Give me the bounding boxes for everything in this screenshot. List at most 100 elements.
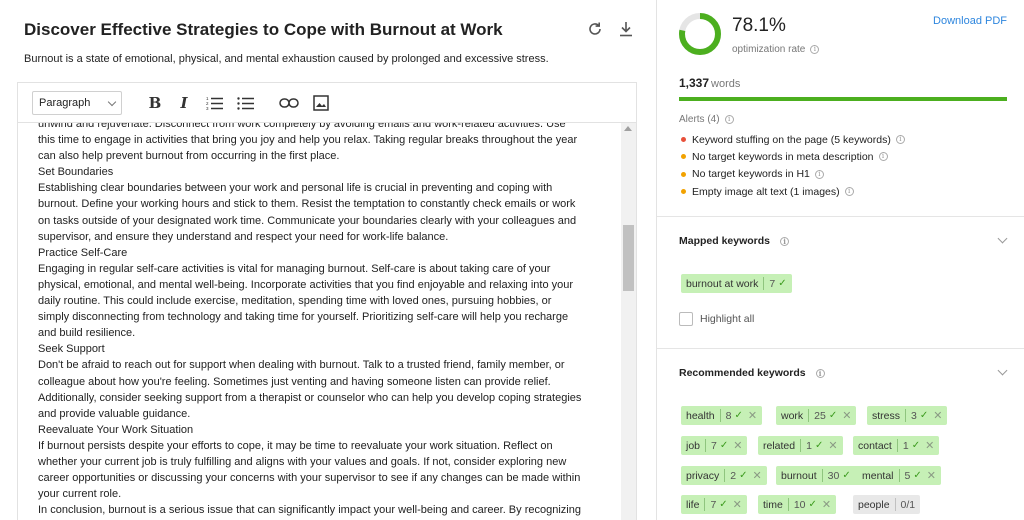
- keyword-separator: [763, 277, 765, 290]
- scroll-up-arrow-icon[interactable]: [624, 126, 632, 131]
- bold-icon[interactable]: B: [144, 93, 166, 113]
- remove-icon[interactable]: ✕: [828, 439, 837, 452]
- keyword-text: contact: [858, 439, 892, 452]
- alert-dot-icon: [681, 137, 686, 143]
- alert-text: No target keywords in meta description: [692, 150, 874, 163]
- keyword-tag[interactable]: people 0/1: [853, 495, 921, 514]
- keyword-tag[interactable]: work 25 ✓ ✕: [776, 406, 857, 425]
- editor-line: and provide valuable guidance.: [38, 407, 191, 420]
- keyword-tag[interactable]: time 10 ✓ ✕: [758, 495, 837, 514]
- paragraph-format-select[interactable]: Paragraph: [32, 91, 122, 115]
- editor-text: unwind and rejuvenate. Disconnect from w…: [38, 123, 608, 518]
- keyword-tag[interactable]: health 8 ✓ ✕: [681, 406, 763, 425]
- alerts-title-text: Alerts (4): [679, 114, 720, 125]
- info-icon[interactable]: i: [844, 187, 854, 197]
- check-icon: ✓: [828, 410, 838, 421]
- remove-icon[interactable]: ✕: [753, 469, 762, 482]
- keyword-tag[interactable]: mental 5 ✓ ✕: [857, 466, 941, 485]
- check-icon: ✓: [911, 440, 921, 451]
- keyword-tag[interactable]: related 1 ✓ ✕: [758, 436, 843, 455]
- download-pdf-link[interactable]: Download PDF: [933, 15, 1007, 27]
- alert-item: Keyword stuffing on the page (5 keywords…: [681, 131, 905, 148]
- keyword-tag[interactable]: burnout at work 7 ✓: [681, 274, 792, 293]
- editor-scrollbar[interactable]: [621, 123, 636, 520]
- download-icon[interactable]: [615, 18, 637, 40]
- editor-content[interactable]: unwind and rejuvenate. Disconnect from w…: [18, 123, 622, 520]
- editor-line: unwind and rejuvenate. Disconnect from w…: [38, 123, 566, 130]
- editor-line: Engaging in regular self-care activities…: [38, 262, 551, 275]
- remove-icon[interactable]: ✕: [733, 439, 742, 452]
- keyword-tag[interactable]: stress 3 ✓ ✕: [867, 406, 948, 425]
- remove-icon[interactable]: ✕: [925, 439, 934, 452]
- remove-icon[interactable]: ✕: [927, 469, 936, 482]
- editor-line: supervisor, and ensure they understand a…: [38, 230, 449, 243]
- keyword-tag[interactable]: job 7 ✓ ✕: [681, 436, 748, 455]
- recommended-keywords-title[interactable]: Recommended keywords i: [679, 367, 825, 379]
- info-icon[interactable]: i: [815, 368, 825, 378]
- keyword-tag[interactable]: privacy 2 ✓ ✕: [681, 466, 767, 485]
- alerts-title[interactable]: Alerts (4) i: [679, 114, 734, 125]
- keyword-count: 7: [711, 439, 717, 452]
- keyword-tag[interactable]: burnout30✓✕: [776, 466, 870, 485]
- editor-line: Additionally, consider seeking support f…: [38, 391, 582, 404]
- keyword-count: 30: [827, 469, 840, 482]
- keyword-text: privacy: [686, 469, 720, 482]
- keyword-count: 0/1: [900, 498, 916, 511]
- scrollbar-thumb[interactable]: [623, 225, 634, 291]
- highlight-all-checkbox[interactable]: [679, 312, 693, 326]
- remove-icon[interactable]: ✕: [933, 409, 942, 422]
- mapped-keywords-title[interactable]: Mapped keywords i: [679, 235, 790, 247]
- image-icon[interactable]: [310, 93, 332, 113]
- keyword-tag[interactable]: life 7 ✓ ✕: [681, 495, 747, 514]
- refresh-icon[interactable]: [584, 18, 606, 40]
- keyword-text: mental: [862, 469, 894, 482]
- rate-label-text: optimization rate: [732, 44, 806, 55]
- info-icon[interactable]: i: [878, 152, 888, 162]
- keyword-text: health: [686, 409, 715, 422]
- info-icon[interactable]: i: [780, 236, 790, 246]
- alerts-list: Keyword stuffing on the page (5 keywords…: [681, 131, 905, 200]
- editor-line: simply disconnecting from technology and…: [38, 311, 569, 324]
- link-icon[interactable]: [278, 93, 300, 113]
- highlight-all-label[interactable]: Highlight all: [700, 313, 754, 325]
- check-icon: ✓: [913, 470, 922, 481]
- alert-text: Empty image alt text (1 images): [692, 185, 840, 198]
- editor-toolbar: Paragraph B I 123: [18, 83, 636, 123]
- bullet-list-icon[interactable]: [235, 93, 257, 113]
- keyword-count: 8: [725, 409, 732, 422]
- editor-line: Establishing clear boundaries between yo…: [38, 182, 553, 195]
- editor-line: colleague about how you're feeling. Some…: [38, 375, 551, 388]
- italic-icon[interactable]: I: [173, 93, 195, 113]
- info-icon[interactable]: i: [814, 169, 824, 179]
- info-icon[interactable]: i: [895, 135, 905, 145]
- remove-icon[interactable]: ✕: [733, 498, 742, 511]
- editor-line: career opportunities or discussing your …: [38, 472, 581, 485]
- editor-line: on tasks outside of your designated work…: [38, 214, 577, 227]
- editor-line: Set Boundaries: [38, 166, 114, 179]
- info-icon[interactable]: i: [810, 44, 820, 54]
- keyword-count: 3: [911, 409, 917, 422]
- chevron-down-icon[interactable]: [997, 233, 1008, 244]
- keyword-tag[interactable]: contact 1 ✓ ✕: [853, 436, 940, 455]
- keyword-separator: [787, 498, 789, 511]
- editor-line: Reevaluate Your Work Situation: [38, 423, 194, 436]
- keyword-count: 10: [793, 498, 806, 511]
- keyword-text: people: [858, 498, 890, 511]
- word-count-value: 1,337: [679, 76, 710, 90]
- ordered-list-icon[interactable]: 123: [204, 93, 226, 113]
- remove-icon[interactable]: ✕: [842, 409, 851, 422]
- seo-sidebar: 78.1% optimization rate i Download PDF 1,…: [657, 0, 1024, 520]
- alert-item: Empty image alt text (1 images) i: [681, 183, 905, 200]
- alert-text: No target keywords in H1: [692, 168, 810, 181]
- remove-icon[interactable]: ✕: [822, 498, 831, 511]
- optimization-rate-value: 78.1%: [732, 15, 786, 36]
- editor-line: daily routine. This could include exerci…: [38, 295, 552, 308]
- info-icon[interactable]: i: [724, 114, 734, 124]
- editor-panel: Discover Effective Strategies to Cope wi…: [0, 0, 656, 520]
- remove-icon[interactable]: ✕: [748, 409, 757, 422]
- keyword-text: burnout: [781, 469, 817, 482]
- keyword-separator: [808, 409, 810, 422]
- editor-line: Practice Self-Care: [38, 246, 128, 259]
- chevron-down-icon[interactable]: [997, 365, 1008, 376]
- document-title: Discover Effective Strategies to Cope wi…: [24, 20, 503, 39]
